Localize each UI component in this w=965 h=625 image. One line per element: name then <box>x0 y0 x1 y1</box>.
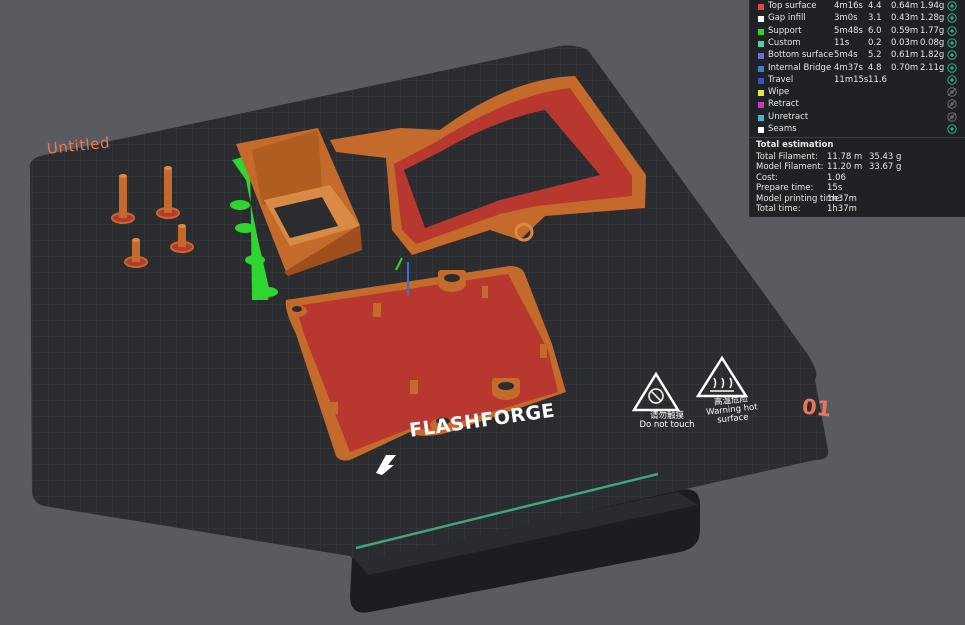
legend-row[interactable]: Wipe <box>750 87 965 99</box>
feature-name: Custom <box>768 37 801 48</box>
feature-name: Travel <box>768 74 794 85</box>
legend-swatch <box>758 114 764 121</box>
estimation-value: 1h37m <box>827 193 857 204</box>
legend-swatch <box>758 28 764 35</box>
eye-icon[interactable] <box>947 75 957 85</box>
feature-length: 0.70m <box>891 62 919 73</box>
eye-hidden-icon[interactable] <box>947 87 957 97</box>
estimation-row: Total time: 1h37m <box>756 204 965 215</box>
feature-name: Wipe <box>768 87 790 98</box>
eye-icon[interactable] <box>947 62 957 73</box>
eye-icon[interactable] <box>947 124 957 134</box>
feature-time: 11m15s <box>834 74 869 85</box>
feature-percent: 6.0 <box>868 25 882 36</box>
feature-name: Retract <box>768 99 799 110</box>
estimation-row: Model printing time: 1h37m <box>756 194 965 205</box>
eye-hidden-icon[interactable] <box>947 111 957 122</box>
legend-row[interactable]: Unretract <box>750 112 965 124</box>
legend-row[interactable]: Custom 11s 0.2 0.03m 0.08g <box>750 38 965 50</box>
feature-length: 0.64m <box>891 1 919 11</box>
legend-row[interactable]: Travel 11m15s 11.6 <box>750 75 965 87</box>
estimation-row: Total Filament: 11.78 m 35.43 g <box>756 152 965 163</box>
estimation-value-2: 35.43 g <box>869 152 902 162</box>
estimation-value: 1.06 <box>827 172 846 183</box>
feature-weight: 1.82g <box>920 50 945 61</box>
estimation-value: 11.78 m <box>827 152 863 162</box>
feature-percent: 5.2 <box>868 50 882 61</box>
eye-hidden-icon[interactable] <box>947 99 957 110</box>
eye-icon[interactable] <box>947 25 957 36</box>
feature-weight: 0.08g <box>920 37 945 48</box>
estimation-label: Model Filament: <box>756 162 824 173</box>
feature-percent: 11.6 <box>868 74 887 85</box>
feature-time: 4m37s <box>834 62 863 73</box>
legend-swatch <box>758 127 764 133</box>
estimation-label: Cost: <box>756 172 778 183</box>
divider <box>750 137 965 138</box>
estimation-row: Prepare time: 15s <box>756 183 965 194</box>
eye-icon[interactable] <box>947 50 957 60</box>
legend-swatch <box>758 4 764 10</box>
feature-weight: 2.11g <box>920 62 945 73</box>
feature-percent: 3.1 <box>868 13 882 24</box>
legend-swatch <box>758 40 764 47</box>
eye-icon[interactable] <box>947 38 957 48</box>
estimation-label: Prepare time: <box>756 183 814 194</box>
feature-time: 4m16s <box>834 1 863 11</box>
feature-name: Gap infill <box>768 13 806 24</box>
legend-swatch <box>758 90 764 97</box>
flashforge-logo-icon <box>376 455 396 475</box>
legend-row[interactable]: Top surface 4m16s 4.4 0.64m 1.94g <box>750 1 965 13</box>
legend-swatch <box>758 65 764 72</box>
feature-name: Bottom surface <box>768 50 834 61</box>
feature-name: Seams <box>768 124 797 134</box>
feature-name: Support <box>768 25 802 36</box>
legend-row[interactable]: Internal Bridge 4m37s 4.8 0.70m 2.11g <box>750 63 965 75</box>
legend-row[interactable]: Seams <box>750 124 965 136</box>
feature-weight: 1.77g <box>920 25 945 36</box>
feature-weight: 1.28g <box>920 13 945 24</box>
estimation-value: 1h37m <box>827 204 857 214</box>
eye-icon[interactable] <box>947 13 957 23</box>
plate-number-label: 01 <box>800 394 833 422</box>
eye-icon[interactable] <box>947 1 957 11</box>
estimation-value: 15s <box>827 183 843 194</box>
legend-swatch <box>758 102 764 109</box>
feature-time: 11s <box>834 37 850 48</box>
feature-percent: 4.8 <box>868 62 882 73</box>
feature-weight: 1.94g <box>920 1 945 11</box>
feature-length: 0.43m <box>891 13 919 24</box>
warning-touch-text: 请勿触摸 Do not touch <box>639 411 695 430</box>
feature-percent: 0.2 <box>868 37 882 48</box>
feature-name: Unretract <box>768 111 809 122</box>
legend-row[interactable]: Gap infill 3m0s 3.1 0.43m 1.28g <box>750 13 965 25</box>
legend-swatch <box>758 53 764 60</box>
estimation-value-2: 33.67 g <box>869 162 902 173</box>
gcode-legend-panel: Top surface 4m16s 4.4 0.64m 1.94g Gap infill 3… <box>749 0 965 217</box>
estimation-label: Total Filament: <box>756 152 818 162</box>
estimation-label: Total time: <box>756 204 801 214</box>
feature-name: Top surface <box>768 1 817 11</box>
legend-row[interactable]: Support 5m48s 6.0 0.59m 1.77g <box>750 26 965 38</box>
estimation-row: Cost: 1.06 <box>756 173 965 184</box>
feature-time: 5m48s <box>834 25 863 36</box>
feature-time: 3m0s <box>834 13 858 24</box>
feature-percent: 4.4 <box>868 1 882 11</box>
feature-length: 0.61m <box>891 50 919 61</box>
feature-name: Internal Bridge <box>768 62 832 73</box>
feature-length: 0.03m <box>891 37 919 48</box>
legend-row[interactable]: Retract <box>750 99 965 111</box>
estimation-row: Model Filament: 11.20 m 33.67 g <box>756 162 965 173</box>
legend-swatch <box>758 16 764 23</box>
feature-length: 0.59m <box>891 25 919 36</box>
estimation-value: 11.20 m <box>827 162 863 173</box>
estimation-title: Total estimation <box>756 140 834 150</box>
feature-time: 5m4s <box>834 50 858 61</box>
legend-swatch <box>758 77 764 84</box>
legend-row[interactable]: Bottom surface 5m4s 5.2 0.61m 1.82g <box>750 50 965 62</box>
